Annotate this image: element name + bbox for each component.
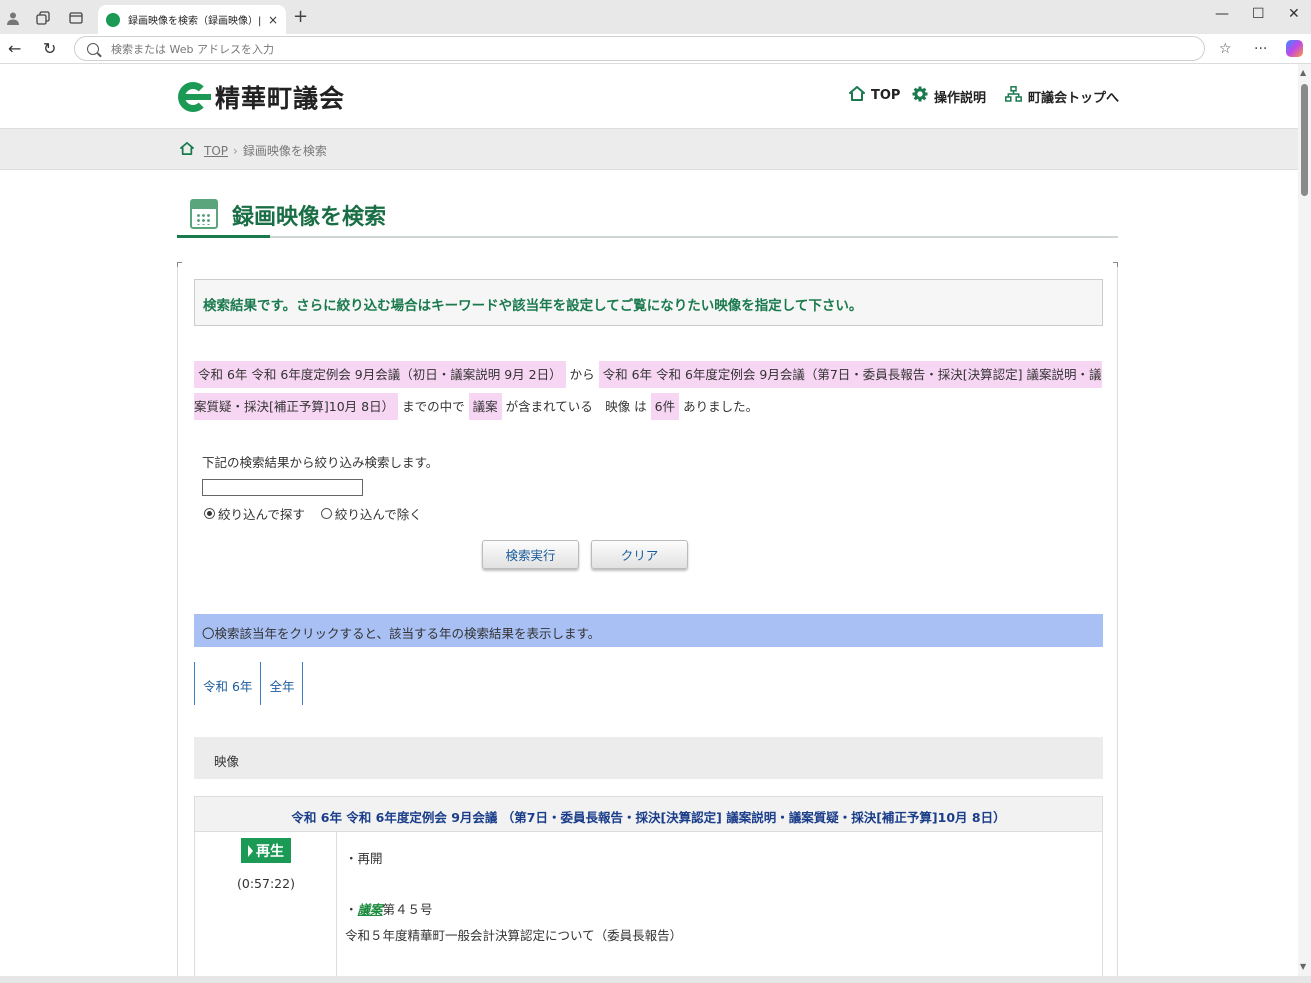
site-header: 精華町議会 TOP 操作説明 町議会トップへ (0, 64, 1298, 128)
summary-keyword-suffix: が含まれている 映像 は (505, 399, 647, 414)
refresh-icon[interactable]: ↻ (43, 39, 56, 58)
detail-line-description: 令和５年度精華町一般会計決算認定について（委員長報告） (345, 928, 683, 943)
maximize-icon[interactable]: ☐ (1252, 6, 1265, 22)
window-close-icon[interactable]: ✕ (1288, 6, 1300, 22)
play-button-label: 再生 (256, 843, 284, 860)
summary-to-suffix: までの中で (402, 399, 465, 414)
home-icon[interactable] (180, 142, 194, 159)
detail-agenda-number: 第４５号 (382, 902, 433, 917)
calendar-icon (190, 199, 218, 229)
title-accent-line (177, 235, 270, 238)
refine-exclude-radio[interactable] (320, 508, 332, 519)
nav-top[interactable]: TOP (849, 86, 900, 105)
refine-options: 絞り込んで探す 絞り込んで除く (204, 504, 438, 523)
search-icon (87, 42, 99, 55)
refine-input[interactable] (202, 479, 363, 496)
year-filter-info: 〇検索該当年をクリックすると、該当する年の検索結果を表示します。 (194, 614, 1103, 647)
nav-help[interactable]: 操作説明 (912, 86, 986, 106)
detail-bullet: ・ (345, 902, 358, 917)
result-item: 令和 6年 令和 6年度定例会 9月会議 （第7日・委員長報告・採決[決算認定]… (194, 796, 1103, 978)
collections-icon[interactable] (32, 7, 54, 29)
browser-toolbar: ← ↻ 検索または Web アドレスを入力 ☆ ··· (0, 34, 1311, 64)
page-title-area: 録画映像を検索 (177, 194, 1118, 238)
tab-close-icon[interactable]: × (268, 13, 278, 27)
keyword-link[interactable]: 議案 (358, 902, 383, 917)
search-button[interactable]: 検索実行 (482, 540, 579, 569)
detail-line-agenda: ・議案第４５号 (345, 897, 1094, 923)
refine-label: 下記の検索結果から絞り込み検索します。 (202, 455, 439, 470)
search-summary: 令和 6年 令和 6年度定例会 9月会議（初日・議案説明 9月 2日） から 令… (194, 359, 1103, 423)
summary-keyword: 議案 (468, 393, 502, 420)
refine-include-radio[interactable] (204, 508, 215, 519)
summary-from-suffix: から (569, 367, 595, 382)
page-viewport: 精華町議会 TOP 操作説明 町議会トップへ TOP › 録画映像を検索 録画映… (0, 64, 1298, 978)
scroll-down-icon[interactable]: ▼ (1300, 962, 1306, 971)
result-details: ・再開 ・議案第４５号 令和５年度精華町一般会計決算認定について（委員長報告） (337, 832, 1102, 978)
summary-count: 6件 (650, 393, 680, 420)
result-title: 令和 6年 令和 6年度定例会 9月会議 （第7日・委員長報告・採決[決算認定]… (195, 797, 1102, 832)
video-duration: (0:57:22) (237, 876, 295, 891)
home-icon (849, 86, 865, 105)
more-icon[interactable]: ··· (1254, 41, 1267, 57)
site-favicon-icon (106, 12, 120, 27)
address-placeholder: 検索または Web アドレスを入力 (111, 42, 274, 56)
site-name: 精華町議会 (215, 84, 346, 113)
clear-button[interactable]: クリア (591, 540, 688, 569)
breadcrumb: TOP › 録画映像を検索 (0, 128, 1298, 170)
gear-icon (912, 86, 928, 106)
back-icon[interactable]: ← (8, 39, 21, 58)
tab-title: 録画映像を検索（録画映像）| 精華町議会 (128, 16, 262, 27)
page-scrollbar[interactable]: ▲ ▼ (1298, 64, 1311, 976)
play-icon (248, 844, 253, 857)
profile-icon[interactable] (2, 7, 24, 29)
refine-exclude-label[interactable]: 絞り込んで除く (335, 504, 422, 523)
video-list-header: 映像 (194, 737, 1103, 779)
minimize-icon[interactable]: — (1215, 6, 1229, 22)
window-bottom-edge (0, 976, 1311, 983)
breadcrumb-current: 録画映像を検索 (242, 144, 327, 158)
year-tab-all[interactable]: 全年 (261, 662, 304, 705)
year-tab-r6[interactable]: 令和 6年 (195, 662, 262, 705)
tab-actions-icon[interactable] (65, 7, 87, 29)
address-bar[interactable]: 検索または Web アドレスを入力 (74, 36, 1205, 61)
active-tab[interactable]: 録画映像を検索（録画映像）| 精華町議会 × (98, 5, 286, 34)
nav-council-top-label: 町議会トップへ (1028, 90, 1120, 106)
search-notice: 検索結果です。さらに絞り込む場合はキーワードや該当年を設定してご覧になりたい映像… (194, 279, 1103, 326)
page-title: 録画映像を検索 (232, 205, 387, 230)
refine-include-label[interactable]: 絞り込んで探す (218, 504, 305, 523)
nav-top-label: TOP (871, 88, 901, 103)
detail-line-resume: ・再開 (345, 851, 383, 866)
content-box: 検索結果です。さらに絞り込む場合はキーワードや該当年を設定してご覧になりたい映像… (177, 262, 1118, 978)
browser-tab-bar: 録画映像を検索（録画映像）| 精華町議会 × + — ☐ ✕ (0, 0, 1311, 34)
sitemap-icon (1005, 86, 1022, 106)
nav-help-label: 操作説明 (934, 90, 987, 106)
copilot-icon[interactable] (1286, 40, 1303, 57)
site-logo[interactable]: 精華町議会 (178, 79, 345, 115)
nav-council-top[interactable]: 町議会トップへ (1005, 86, 1119, 106)
play-button[interactable]: 再生 (241, 838, 291, 863)
summary-from: 令和 6年 令和 6年度定例会 9月会議（初日・議案説明 9月 2日） (194, 361, 566, 388)
breadcrumb-separator: › (233, 143, 238, 158)
scroll-up-icon[interactable]: ▲ (1300, 68, 1306, 77)
new-tab-button[interactable]: + (293, 6, 308, 27)
logo-mark-icon (178, 82, 212, 112)
summary-count-suffix: ありました。 (683, 399, 759, 414)
year-tabs: 令和 6年 全年 (194, 662, 304, 705)
scroll-thumb[interactable] (1301, 84, 1308, 196)
breadcrumb-top-link[interactable]: TOP (204, 144, 228, 158)
favorites-icon[interactable]: ☆ (1219, 41, 1232, 57)
